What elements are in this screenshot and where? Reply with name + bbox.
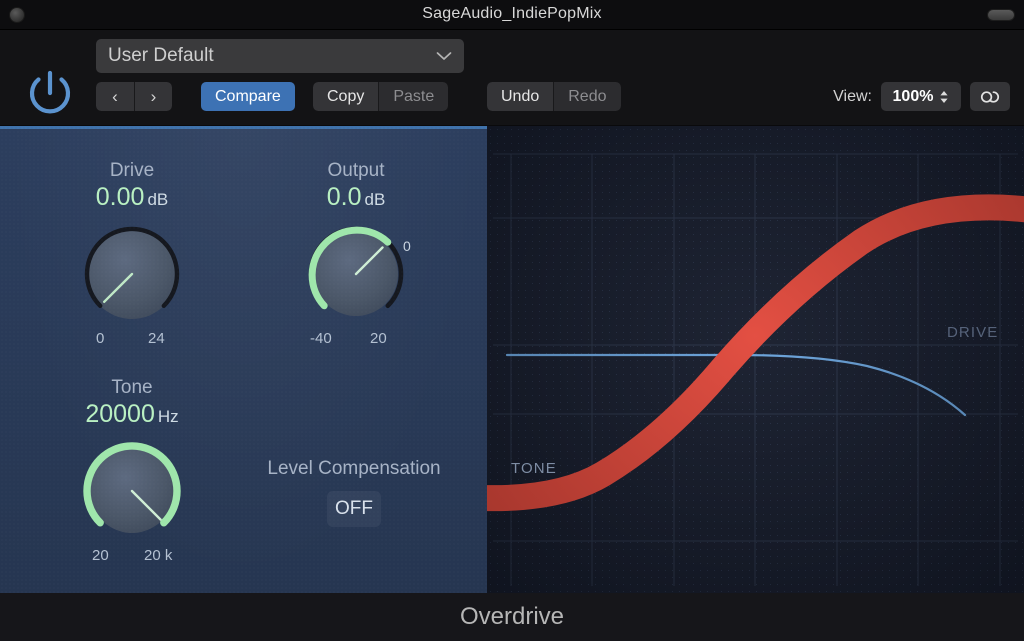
view-label: View:: [833, 87, 872, 105]
output-value: 0.0 dB: [280, 183, 432, 212]
graph-canvas: [487, 153, 1024, 586]
controls-panel: Drive 0.00 dB 0 24 Output 0.0 dB 0 -40 2…: [0, 126, 487, 593]
drive-knob[interactable]: [78, 220, 186, 328]
tone-value: 20000 Hz: [56, 400, 208, 429]
plugin-footer: Overdrive: [0, 593, 1024, 641]
undo-button[interactable]: Undo: [487, 82, 554, 111]
paste-button: Paste: [378, 82, 449, 111]
tone-min-label: 20: [92, 547, 109, 564]
preset-dropdown[interactable]: User Default: [96, 39, 464, 73]
view-controls: View: 100%: [833, 82, 1010, 111]
output-knob[interactable]: 0: [302, 220, 411, 328]
title-bar: SageAudio_IndiePopMix: [0, 0, 1024, 30]
compare-group: Compare: [201, 82, 295, 111]
output-unit: dB: [364, 190, 386, 209]
level-compensation-module: Level Compensation OFF: [256, 458, 452, 527]
plugin-toolbar: User Default ‹ › Compare Copy Paste Undo…: [0, 30, 1024, 126]
chevron-down-icon: [436, 49, 452, 63]
output-scale: -40 20: [280, 330, 432, 352]
plugin-window: SageAudio_IndiePopMix User Default ‹ › C…: [0, 0, 1024, 641]
output-zero-caption: 0: [403, 238, 411, 254]
tone-module: Tone 20000 Hz 20 20 k: [56, 377, 208, 569]
drive-unit: dB: [147, 190, 169, 209]
redo-button: Redo: [553, 82, 621, 111]
tone-curve-tag: TONE: [511, 460, 557, 477]
tone-unit: Hz: [157, 407, 179, 426]
drive-max-label: 24: [148, 330, 165, 347]
window-title: SageAudio_IndiePopMix: [422, 5, 602, 22]
tone-knob[interactable]: [78, 437, 186, 545]
undo-redo-group: Undo Redo: [487, 82, 621, 111]
drive-value: 0.00 dB: [56, 183, 208, 212]
output-max-label: 20: [370, 330, 387, 347]
plugin-body: Drive 0.00 dB 0 24 Output 0.0 dB 0 -40 2…: [0, 126, 1024, 640]
drive-module: Drive 0.00 dB 0 24: [56, 160, 208, 352]
view-zoom-stepper[interactable]: 100%: [881, 82, 961, 111]
view-zoom-value: 100%: [892, 87, 934, 105]
copy-button[interactable]: Copy: [313, 82, 379, 111]
drive-min-label: 0: [96, 330, 105, 347]
stepper-arrows-icon: [939, 89, 949, 105]
tone-label: Tone: [111, 377, 153, 398]
drive-curve-tag: DRIVE: [947, 324, 999, 341]
output-module: Output 0.0 dB 0 -40 20: [280, 160, 432, 352]
tone-scale: 20 20 k: [56, 547, 208, 569]
drive-value-number: 0.00: [95, 183, 145, 211]
link-icon: [980, 90, 1000, 103]
output-label: Output: [327, 160, 385, 181]
resize-handle[interactable]: [987, 9, 1015, 21]
transfer-curve-graph[interactable]: TONE DRIVE: [487, 126, 1024, 593]
drive-scale: 0 24: [56, 330, 208, 352]
output-value-number: 0.0: [326, 183, 362, 211]
level-compensation-toggle[interactable]: OFF: [327, 491, 381, 527]
tone-value-number: 20000: [85, 400, 155, 428]
output-min-label: -40: [310, 330, 332, 347]
drive-label: Drive: [109, 160, 155, 181]
power-icon: [29, 70, 71, 114]
copy-paste-group: Copy Paste: [313, 82, 449, 111]
preset-value: User Default: [108, 45, 214, 66]
prev-preset-button[interactable]: ‹: [96, 82, 134, 111]
preset-nav-group: ‹ ›: [96, 82, 172, 111]
tone-max-label: 20 k: [144, 547, 173, 564]
link-button[interactable]: [970, 82, 1010, 111]
next-preset-button[interactable]: ›: [134, 82, 172, 111]
level-compensation-label: Level Compensation: [267, 458, 441, 479]
plugin-name: Overdrive: [459, 603, 565, 630]
power-button[interactable]: [20, 62, 80, 122]
compare-button[interactable]: Compare: [201, 82, 295, 111]
